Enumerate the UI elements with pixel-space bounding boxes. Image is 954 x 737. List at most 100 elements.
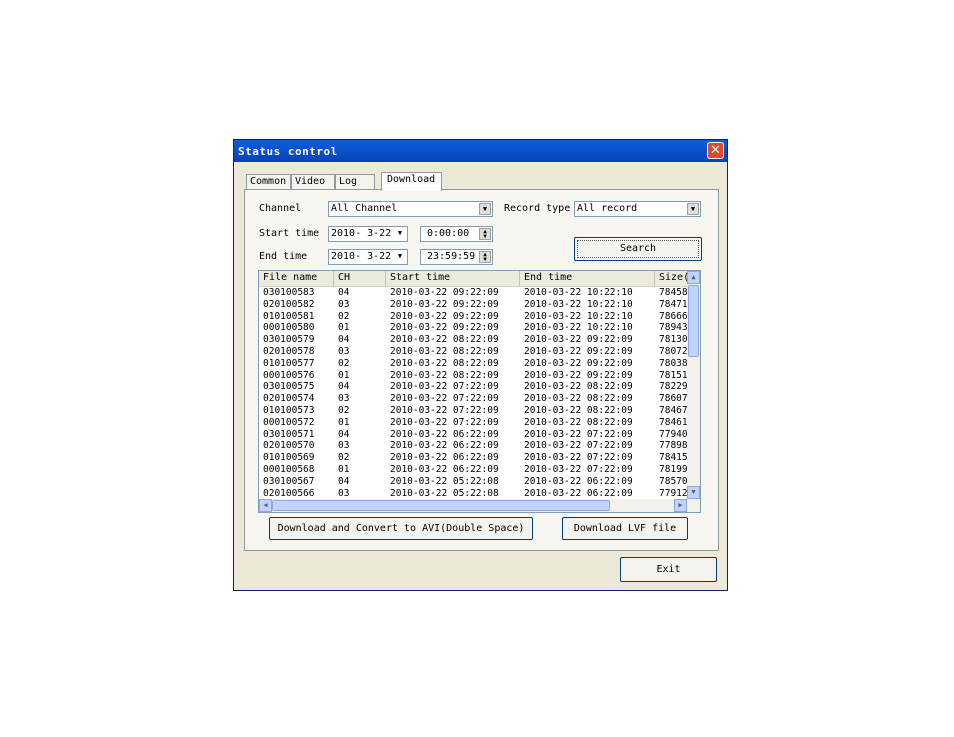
vertical-scrollbar[interactable]: ▲ ▼	[687, 271, 700, 499]
column-size[interactable]: Size(	[655, 271, 688, 286]
table-cell: 2010-03-22 09:22:09	[524, 345, 633, 357]
scroll-right-icon[interactable]: ▶	[674, 499, 687, 512]
table-cell: 2010-03-22 07:22:09	[390, 404, 499, 416]
table-cell: 78038	[659, 357, 687, 369]
table-row[interactable]: 020100574 03 2010-03-22 07:22:09 2010-03-22…	[259, 393, 687, 405]
table-cell: 030100583	[263, 287, 315, 298]
table-row[interactable]: 010100573 02 2010-03-22 07:22:09 2010-03-22…	[259, 405, 687, 417]
spin-arrows-icon[interactable]: ▲ ▼	[479, 228, 491, 240]
scroll-down-icon[interactable]: ▼	[687, 486, 700, 499]
table-cell: 2010-03-22 10:22:10	[524, 322, 633, 334]
tab-common[interactable]: Common	[246, 174, 291, 189]
table-cell: 000100568	[263, 463, 315, 475]
table-row[interactable]: 000100568 01 2010-03-22 06:22:09 2010-03-22…	[259, 464, 687, 476]
table-row[interactable]: 020100578 03 2010-03-22 08:22:09 2010-03-22…	[259, 346, 687, 358]
record-type-select[interactable]: All record ▼	[574, 201, 701, 217]
table-cell: 03	[338, 440, 350, 452]
tab-log[interactable]: Log	[335, 174, 375, 189]
table-cell: 2010-03-22 07:22:09	[390, 393, 499, 405]
table-cell: 04	[338, 381, 350, 393]
table-cell: 2010-03-22 08:22:09	[390, 345, 499, 357]
table-cell: 03	[338, 487, 350, 499]
table-cell: 01	[338, 416, 350, 428]
tab-video[interactable]: Video	[291, 174, 335, 189]
end-date-value: 2010- 3-22	[331, 251, 392, 262]
table-cell: 2010-03-22 09:22:09	[524, 357, 633, 369]
table-cell: 030100579	[263, 334, 315, 346]
table-cell: 04	[338, 334, 350, 346]
horizontal-scrollbar[interactable]: ◀ ▶	[259, 499, 700, 512]
horizontal-scroll-thumb[interactable]	[272, 500, 610, 511]
table-row[interactable]: 030100567 04 2010-03-22 05:22:08 2010-03-22…	[259, 476, 687, 488]
column-start-time[interactable]: Start time	[386, 271, 520, 286]
table-row[interactable]: 020100570 03 2010-03-22 06:22:09 2010-03-22…	[259, 440, 687, 452]
table-cell: 78415	[659, 452, 687, 464]
table-row[interactable]: 030100571 04 2010-03-22 06:22:09 2010-03-22…	[259, 429, 687, 441]
start-time-label: Start time	[259, 228, 320, 239]
table-row[interactable]: 030100575 04 2010-03-22 07:22:09 2010-03-22…	[259, 381, 687, 393]
table-cell: 2010-03-22 07:22:09	[524, 428, 633, 440]
channel-select[interactable]: All Channel ▼	[328, 201, 493, 217]
record-type-value: All record	[577, 203, 638, 214]
table-cell: 78458	[659, 287, 687, 298]
table-cell: 000100572	[263, 416, 315, 428]
table-cell: 2010-03-22 08:22:09	[390, 357, 499, 369]
table-cell: 2010-03-22 06:22:09	[390, 440, 499, 452]
table-cell: 2010-03-22 07:22:09	[524, 463, 633, 475]
table-row[interactable]: 020100582 03 2010-03-22 09:22:09 2010-03-22…	[259, 299, 687, 311]
end-time-spinner[interactable]: 23:59:59 ▲ ▼	[420, 249, 493, 265]
table-row[interactable]: 010100577 02 2010-03-22 08:22:09 2010-03-22…	[259, 358, 687, 370]
table-cell: 04	[338, 287, 350, 298]
download-convert-avi-button[interactable]: Download and Convert to AVI(Double Space…	[269, 517, 533, 540]
table-cell: 78607	[659, 393, 687, 405]
window-title: Status control	[238, 145, 338, 158]
end-date-picker[interactable]: 2010- 3-22 ▼	[328, 249, 408, 265]
list-rows: 030100583 04 2010-03-22 09:22:09 2010-03-22…	[259, 287, 687, 499]
table-cell: 01	[338, 463, 350, 475]
column-file-name[interactable]: File name	[259, 271, 334, 286]
table-row[interactable]: 010100569 02 2010-03-22 06:22:09 2010-03-22…	[259, 452, 687, 464]
column-end-time[interactable]: End time	[520, 271, 655, 286]
column-ch[interactable]: CH	[334, 271, 386, 286]
table-row[interactable]: 000100576 01 2010-03-22 08:22:09 2010-03-22…	[259, 370, 687, 382]
exit-button[interactable]: Exit	[620, 557, 717, 582]
chevron-down-icon[interactable]: ▼	[394, 251, 406, 263]
chevron-down-icon[interactable]: ▼	[394, 228, 406, 240]
table-cell: 030100567	[263, 475, 315, 487]
table-cell: 010100573	[263, 404, 315, 416]
table-cell: 2010-03-22 10:22:10	[524, 287, 633, 298]
table-cell: 77898	[659, 440, 687, 452]
table-cell: 2010-03-22 07:22:09	[390, 416, 499, 428]
start-time-spinner[interactable]: 0:00:00 ▲ ▼	[420, 226, 493, 242]
table-cell: 2010-03-22 09:22:09	[390, 298, 499, 310]
chevron-down-icon[interactable]: ▼	[687, 203, 699, 215]
spin-arrows-icon[interactable]: ▲ ▼	[479, 251, 491, 263]
title-bar[interactable]: Status control ✕	[234, 140, 727, 162]
download-lvf-button[interactable]: Download LVF file	[562, 517, 688, 540]
table-cell: 2010-03-22 06:22:09	[524, 475, 633, 487]
vertical-scroll-thumb[interactable]	[688, 285, 699, 357]
table-cell: 010100581	[263, 310, 315, 322]
scroll-left-icon[interactable]: ◀	[259, 499, 272, 512]
table-row[interactable]: 000100580 01 2010-03-22 09:22:09 2010-03-22…	[259, 322, 687, 334]
table-cell: 78229	[659, 381, 687, 393]
close-button[interactable]: ✕	[707, 142, 724, 159]
tab-download[interactable]: Download	[381, 172, 442, 191]
channel-label: Channel	[259, 203, 302, 214]
table-row[interactable]: 030100583 04 2010-03-22 09:22:09 2010-03-22…	[259, 287, 687, 299]
file-list[interactable]: File name CH Start time End time Size( 0…	[258, 270, 701, 513]
scroll-up-icon[interactable]: ▲	[687, 271, 700, 284]
table-cell: 03	[338, 298, 350, 310]
table-row[interactable]: 010100581 02 2010-03-22 09:22:09 2010-03-22…	[259, 311, 687, 323]
chevron-down-icon[interactable]: ▼	[479, 203, 491, 215]
start-date-picker[interactable]: 2010- 3-22 ▼	[328, 226, 408, 242]
table-cell: 2010-03-22 09:22:09	[524, 369, 633, 381]
table-row[interactable]: 030100579 04 2010-03-22 08:22:09 2010-03-22…	[259, 334, 687, 346]
table-cell: 78130	[659, 334, 687, 346]
table-row[interactable]: 000100572 01 2010-03-22 07:22:09 2010-03-22…	[259, 417, 687, 429]
table-cell: 020100566	[263, 487, 315, 499]
search-button[interactable]: Search	[574, 237, 702, 261]
table-row[interactable]: 020100566 03 2010-03-22 05:22:08 2010-03-22…	[259, 488, 687, 500]
table-cell: 2010-03-22 09:22:09	[390, 322, 499, 334]
table-cell: 2010-03-22 08:22:09	[390, 369, 499, 381]
